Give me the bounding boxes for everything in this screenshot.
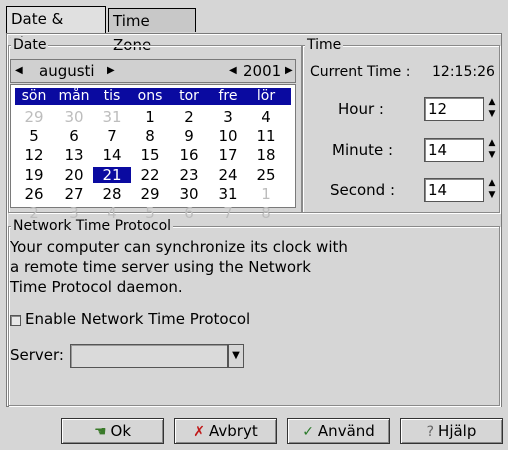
calendar-day[interactable]: 24: [209, 167, 247, 183]
calendar-grid: sön mån tis ons tor fre lör 29 30 31 1 2 3 4 5 6 7 8 9 10 1…: [10, 84, 296, 221]
calendar-day[interactable]: 8: [247, 205, 285, 221]
calendar-day[interactable]: 29: [15, 109, 53, 125]
calendar-day[interactable]: 11: [247, 128, 285, 144]
calendar-day[interactable]: 3: [209, 109, 247, 125]
calendar-day[interactable]: 5: [15, 128, 53, 144]
calendar-day[interactable]: 30: [170, 186, 208, 202]
calendar-day[interactable]: 31: [93, 109, 131, 125]
prev-month-icon[interactable]: ◀: [15, 60, 23, 82]
tab-time-zone[interactable]: Time Zone: [108, 8, 196, 54]
calendar-day[interactable]: 1: [247, 186, 285, 202]
calendar-day[interactable]: 2: [170, 109, 208, 125]
dropdown-arrow-icon: ▼: [232, 350, 240, 361]
calendar-day[interactable]: 27: [55, 186, 93, 202]
time-frame-title: Time: [305, 37, 344, 53]
next-month-icon[interactable]: ▶: [107, 60, 115, 82]
weekday-label: tis: [103, 88, 121, 104]
hour-spinbox[interactable]: 12: [424, 97, 484, 121]
hour-spin-arrows-icon[interactable]: ▲ ▼: [486, 96, 498, 122]
calendar-day[interactable]: 20: [55, 167, 93, 183]
calendar-day[interactable]: 18: [247, 147, 285, 163]
calendar-day[interactable]: 9: [170, 128, 208, 144]
ntp-description-line: Your computer can synchronize its clock …: [10, 238, 348, 256]
ok-button-label: Ok: [110, 422, 132, 440]
calendar-day[interactable]: 29: [131, 186, 169, 202]
calendar-day[interactable]: 10: [209, 128, 247, 144]
year-label: 2001: [243, 62, 282, 80]
calendar-day[interactable]: 4: [247, 109, 285, 125]
cancel-button[interactable]: ✗ Avbryt: [174, 418, 277, 444]
ok-button[interactable]: ☚ Ok: [61, 418, 164, 444]
calendar-day[interactable]: 16: [170, 147, 208, 163]
calendar-day[interactable]: 30: [55, 109, 93, 125]
calendar-day[interactable]: 19: [15, 167, 53, 183]
apply-button[interactable]: ✓ Använd: [287, 418, 390, 444]
calendar-day[interactable]: 7: [209, 205, 247, 221]
current-time-value: 12:15:26: [432, 64, 495, 80]
calendar-day[interactable]: 1: [131, 109, 169, 125]
weekday-label: mån: [58, 88, 90, 104]
calendar-day-selected[interactable]: 21: [93, 167, 131, 183]
calendar-day[interactable]: 31: [209, 186, 247, 202]
server-input[interactable]: [70, 344, 228, 368]
ok-hand-icon: ☚: [93, 424, 107, 440]
cancel-button-label: Avbryt: [209, 422, 258, 440]
server-dropdown-button[interactable]: ▼: [228, 344, 244, 368]
checkmark-icon: ✓: [302, 424, 314, 440]
cancel-x-icon: ✗: [193, 424, 205, 440]
second-spinbox[interactable]: 14: [424, 178, 484, 202]
minute-label: Minute :: [332, 141, 394, 159]
month-label: augusti: [39, 62, 95, 80]
next-year-icon[interactable]: ▶: [285, 60, 293, 82]
calendar-day[interactable]: 28: [93, 186, 131, 202]
calendar-day[interactable]: 23: [170, 167, 208, 183]
prev-year-icon[interactable]: ◀: [229, 60, 237, 82]
ntp-description: Your computer can synchronize its clock …: [10, 237, 348, 297]
weekday-label: fre: [218, 88, 238, 104]
second-label: Second :: [330, 181, 396, 199]
weekday-label: sön: [21, 88, 47, 104]
enable-ntp-label: Enable Network Time Protocol: [25, 310, 251, 328]
calendar-day[interactable]: 8: [131, 128, 169, 144]
apply-button-label: Använd: [317, 422, 375, 440]
minute-spin-arrows-icon[interactable]: ▲ ▼: [486, 137, 498, 163]
ntp-description-line: a remote time server using the Network: [10, 258, 311, 276]
second-spin-arrows-icon[interactable]: ▲ ▼: [486, 177, 498, 203]
date-frame-title: Date: [11, 37, 49, 53]
weekday-label: tor: [179, 88, 199, 104]
calendar-day[interactable]: 22: [131, 167, 169, 183]
ntp-frame-title: Network Time Protocol: [11, 218, 174, 234]
calendar-day[interactable]: 12: [15, 147, 53, 163]
checkbox-icon[interactable]: [10, 315, 21, 326]
calendar-day[interactable]: 15: [131, 147, 169, 163]
current-time-label: Current Time :: [310, 64, 411, 80]
help-button[interactable]: ? Hjälp: [400, 418, 503, 444]
ntp-description-line: Time Protocol daemon.: [10, 278, 183, 296]
weekday-header: sön mån tis ons tor fre lör: [15, 88, 291, 105]
calendar-day[interactable]: 14: [93, 147, 131, 163]
tab-date-time[interactable]: Date & Time: [6, 6, 106, 52]
calendar-day[interactable]: 6: [55, 128, 93, 144]
calendar-header: ◀ augusti ▶ ◀ 2001 ▶: [10, 59, 296, 83]
weekday-label: ons: [137, 88, 163, 104]
help-button-label: Hjälp: [438, 422, 477, 440]
minute-spinbox[interactable]: 14: [424, 138, 484, 162]
calendar-day[interactable]: 26: [15, 186, 53, 202]
weekday-label: lör: [256, 88, 276, 104]
help-question-icon: ?: [426, 424, 435, 440]
calendar-day[interactable]: 7: [93, 128, 131, 144]
calendar-day[interactable]: 25: [247, 167, 285, 183]
calendar-day[interactable]: 13: [55, 147, 93, 163]
hour-label: Hour :: [338, 100, 384, 118]
server-label: Server:: [10, 346, 64, 364]
calendar-day[interactable]: 17: [209, 147, 247, 163]
calendar-day[interactable]: 6: [170, 205, 208, 221]
